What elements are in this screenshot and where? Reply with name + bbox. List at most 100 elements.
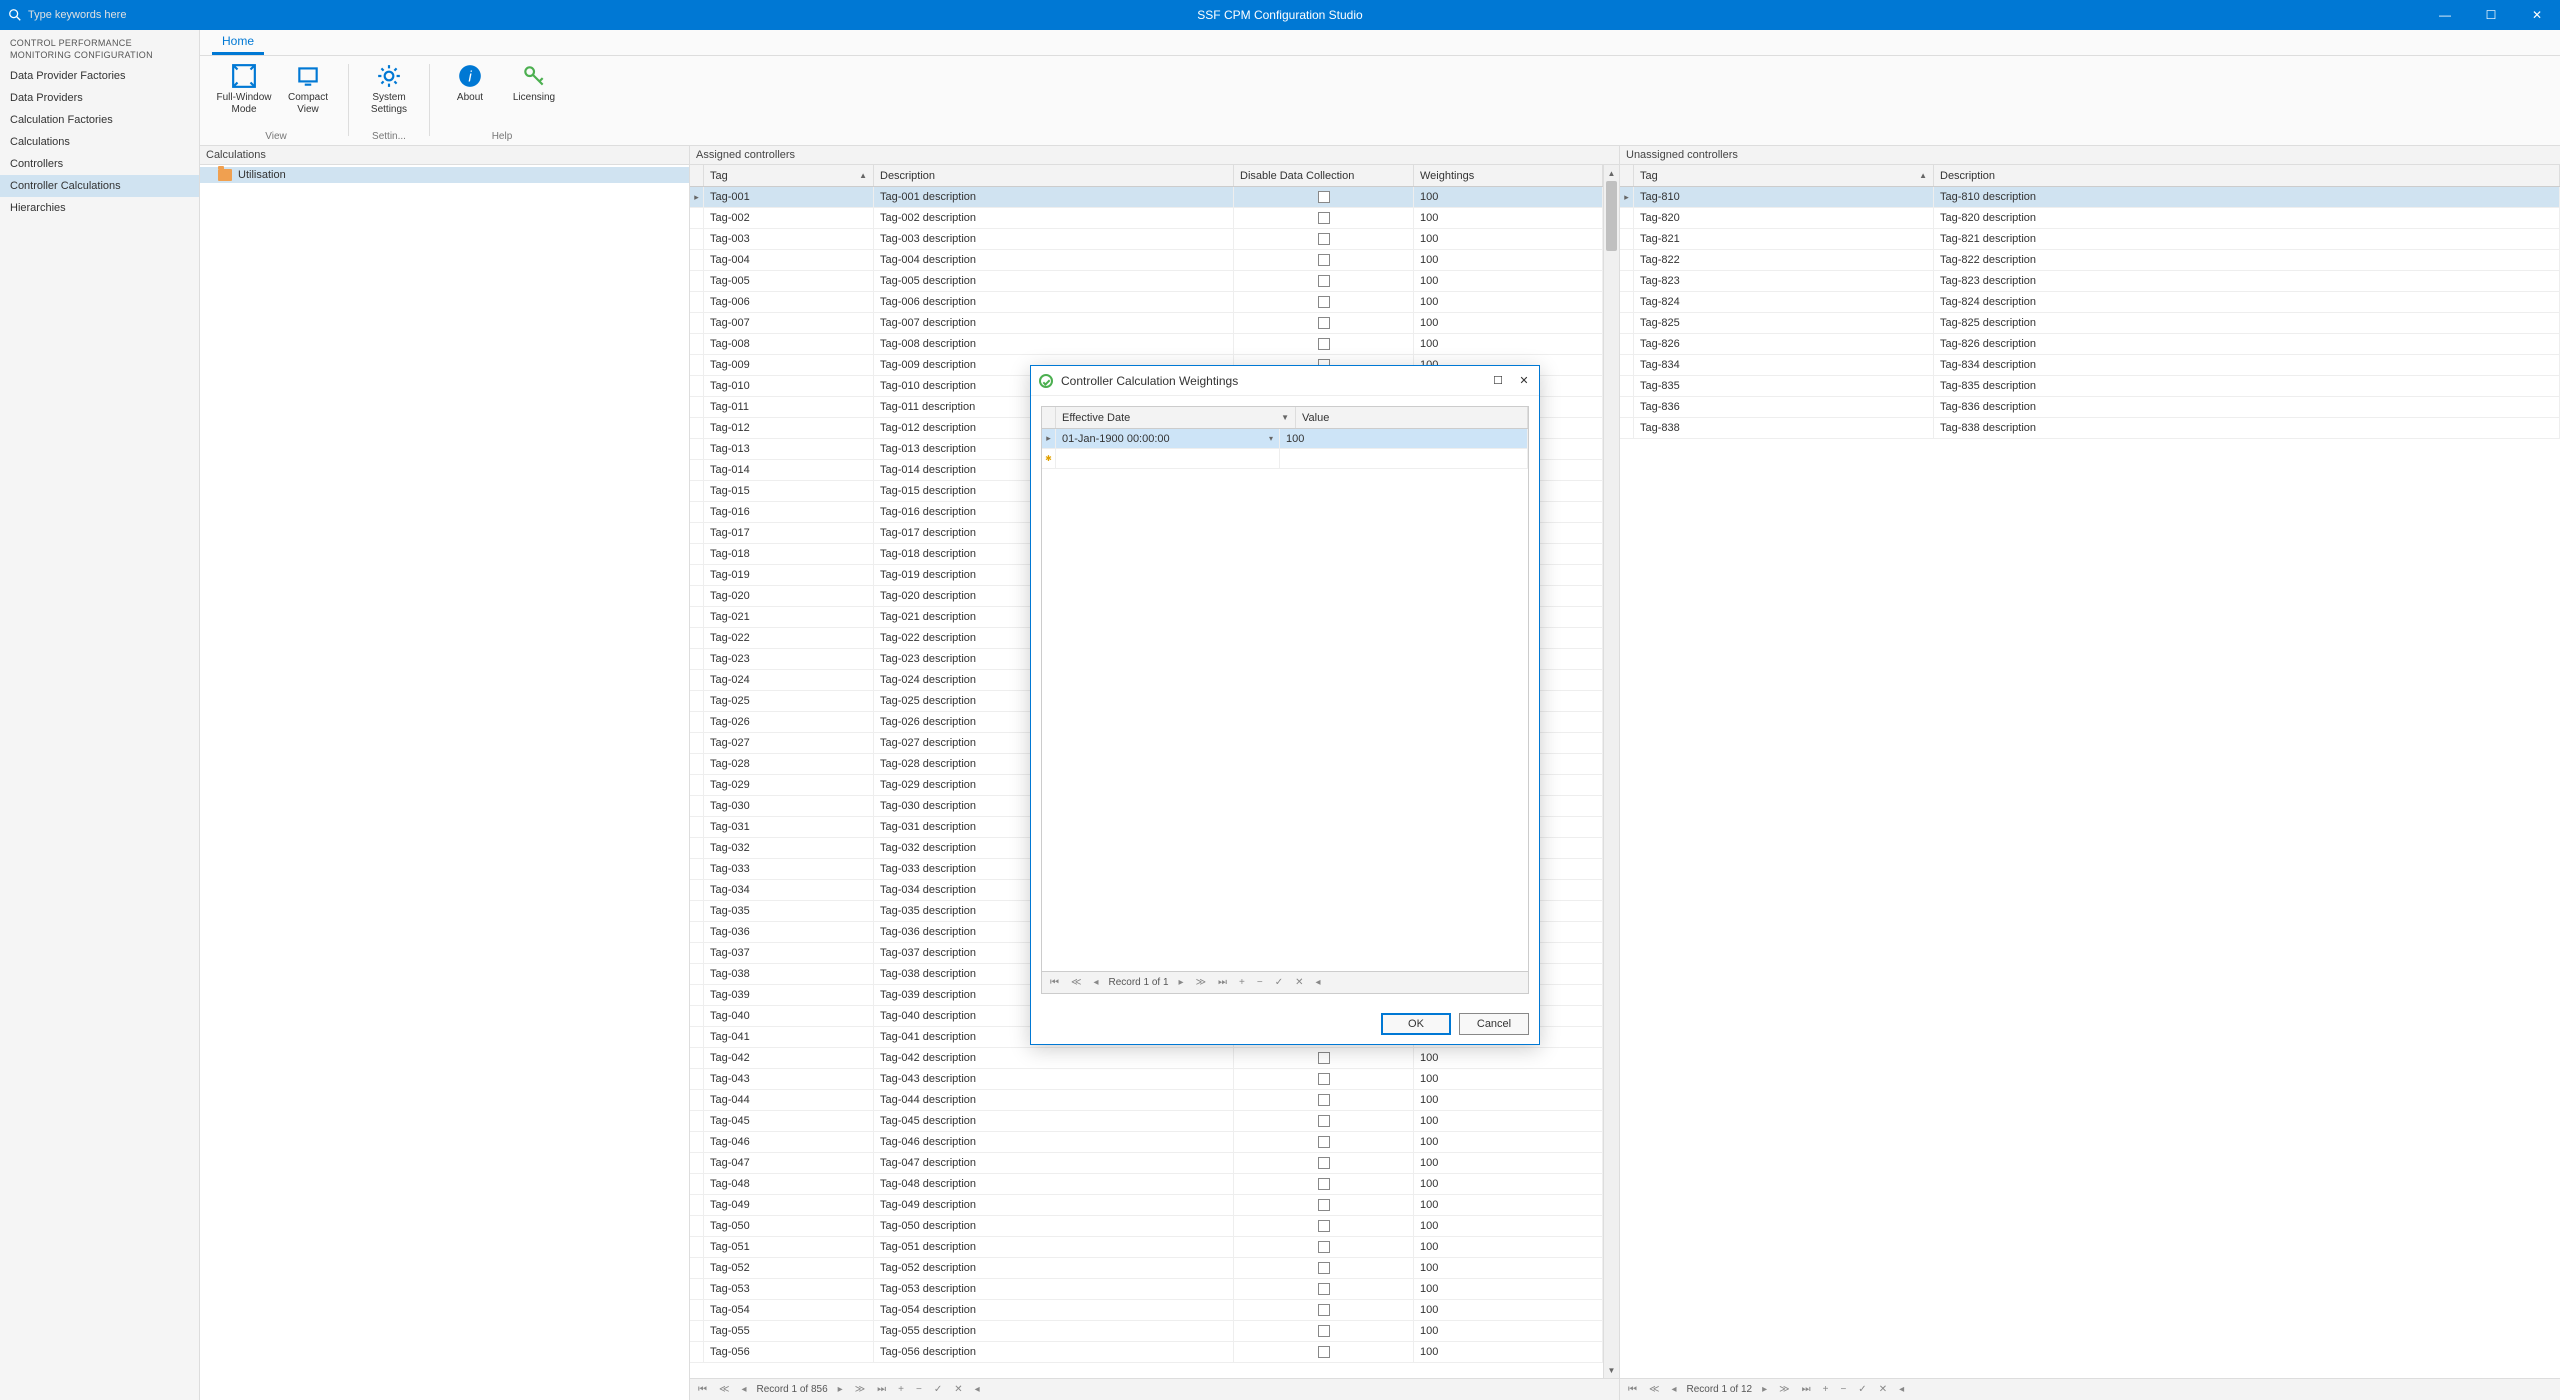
table-row[interactable]: Tag-835Tag-835 description (1620, 376, 2560, 397)
cell-disable[interactable] (1234, 1279, 1414, 1299)
table-row[interactable]: Tag-001Tag-001 description100 (690, 187, 1603, 208)
nav-hscroll-left-icon[interactable]: ◂ (1314, 977, 1323, 988)
nav-item-hierarchies[interactable]: Hierarchies (0, 197, 199, 219)
nav-first-icon[interactable]: ⏮ (696, 1384, 709, 1395)
table-row[interactable]: Tag-820Tag-820 description (1620, 208, 2560, 229)
table-row[interactable]: Tag-044Tag-044 description100 (690, 1090, 1603, 1111)
dialog-close-button[interactable]: ✕ (1517, 374, 1531, 388)
checkbox-icon[interactable] (1318, 1157, 1330, 1169)
nav-prev-page-icon[interactable]: ≪ (1069, 977, 1083, 988)
nav-item-data-providers[interactable]: Data Providers (0, 87, 199, 109)
table-row[interactable]: Tag-007Tag-007 description100 (690, 313, 1603, 334)
cell-disable[interactable] (1234, 334, 1414, 354)
assigned-col-weightings[interactable]: Weightings (1414, 165, 1603, 186)
assigned-record-navigator[interactable]: ⏮ ≪ ◂ Record 1 of 856 ▸ ≫ ⏭ + − ✓ ✕ ◂ (690, 1378, 1619, 1400)
assigned-col-disable[interactable]: Disable Data Collection (1234, 165, 1414, 186)
dialog-record-navigator[interactable]: ⏮ ≪ ◂ Record 1 of 1 ▸ ≫ ⏭ + − ✓ ✕ ◂ (1042, 971, 1528, 993)
dialog-cancel-button[interactable]: Cancel (1459, 1013, 1529, 1035)
table-row[interactable]: Tag-005Tag-005 description100 (690, 271, 1603, 292)
ribbon-btn-compact-view[interactable]: Compact View (276, 60, 340, 117)
cell-disable[interactable] (1234, 1174, 1414, 1194)
checkbox-icon[interactable] (1318, 1304, 1330, 1316)
checkbox-icon[interactable] (1318, 1283, 1330, 1295)
nav-next-icon[interactable]: ▸ (1177, 977, 1186, 988)
table-row[interactable]: Tag-838Tag-838 description (1620, 418, 2560, 439)
table-row[interactable]: Tag-823Tag-823 description (1620, 271, 2560, 292)
nav-save-icon[interactable]: ✓ (932, 1384, 944, 1395)
nav-save-icon[interactable]: ✓ (1273, 977, 1285, 988)
search-input[interactable] (28, 9, 228, 21)
nav-add-icon[interactable]: + (1237, 977, 1247, 988)
unassigned-col-description[interactable]: Description (1934, 165, 2560, 186)
dialog-new-row[interactable] (1042, 449, 1528, 469)
nav-remove-icon[interactable]: − (1838, 1384, 1848, 1395)
table-row[interactable]: Tag-046Tag-046 description100 (690, 1132, 1603, 1153)
checkbox-icon[interactable] (1318, 1073, 1330, 1085)
checkbox-icon[interactable] (1318, 1346, 1330, 1358)
dialog-maximize-button[interactable]: ☐ (1491, 374, 1505, 388)
window-close-button[interactable]: ✕ (2514, 0, 2560, 30)
checkbox-icon[interactable] (1318, 338, 1330, 350)
nav-last-icon[interactable]: ⏭ (875, 1384, 888, 1395)
table-row[interactable]: Tag-821Tag-821 description (1620, 229, 2560, 250)
window-maximize-button[interactable]: ☐ (2468, 0, 2514, 30)
ribbon-btn-licensing[interactable]: Licensing (502, 60, 566, 106)
table-row[interactable]: Tag-810Tag-810 description (1620, 187, 2560, 208)
cell-disable[interactable] (1234, 1321, 1414, 1341)
cell-disable[interactable] (1234, 271, 1414, 291)
tree-item-utilisation[interactable]: Utilisation (200, 167, 689, 183)
table-row[interactable]: Tag-055Tag-055 description100 (690, 1321, 1603, 1342)
nav-first-icon[interactable]: ⏮ (1048, 977, 1061, 988)
table-row[interactable]: Tag-047Tag-047 description100 (690, 1153, 1603, 1174)
cell-disable[interactable] (1234, 313, 1414, 333)
table-row[interactable]: Tag-834Tag-834 description (1620, 355, 2560, 376)
cell-disable[interactable] (1234, 1111, 1414, 1131)
checkbox-icon[interactable] (1318, 191, 1330, 203)
table-row[interactable]: Tag-825Tag-825 description (1620, 313, 2560, 334)
ribbon-btn-system-settings[interactable]: System Settings (357, 60, 421, 117)
nav-next-page-icon[interactable]: ≫ (853, 1384, 867, 1395)
nav-last-icon[interactable]: ⏭ (1216, 977, 1229, 988)
table-row[interactable]: Tag-042Tag-042 description100 (690, 1048, 1603, 1069)
cell-disable[interactable] (1234, 208, 1414, 228)
table-row[interactable]: Tag-824Tag-824 description (1620, 292, 2560, 313)
assigned-col-description[interactable]: Description (874, 165, 1234, 186)
nav-hscroll-left-icon[interactable]: ◂ (973, 1384, 982, 1395)
checkbox-icon[interactable] (1318, 1052, 1330, 1064)
unassigned-record-navigator[interactable]: ⏮ ≪ ◂ Record 1 of 12 ▸ ≫ ⏭ + − ✓ ✕ ◂ (1620, 1378, 2560, 1400)
table-row[interactable]: Tag-045Tag-045 description100 (690, 1111, 1603, 1132)
unassigned-col-tag[interactable]: Tag▲ (1634, 165, 1934, 186)
cell-disable[interactable] (1234, 1258, 1414, 1278)
nav-item-controllers[interactable]: Controllers (0, 153, 199, 175)
dialog-ok-button[interactable]: OK (1381, 1013, 1451, 1035)
ribbon-btn-about[interactable]: iAbout (438, 60, 502, 106)
nav-prev-icon[interactable]: ◂ (739, 1384, 748, 1395)
nav-hscroll-left-icon[interactable]: ◂ (1897, 1384, 1906, 1395)
checkbox-icon[interactable] (1318, 1325, 1330, 1337)
cell-disable[interactable] (1234, 1153, 1414, 1173)
checkbox-icon[interactable] (1318, 1136, 1330, 1148)
cell-disable[interactable] (1234, 187, 1414, 207)
table-row[interactable]: Tag-006Tag-006 description100 (690, 292, 1603, 313)
cell-disable[interactable] (1234, 1090, 1414, 1110)
checkbox-icon[interactable] (1318, 1094, 1330, 1106)
assigned-scrollbar[interactable]: ▲ ▼ (1603, 165, 1619, 1378)
nav-add-icon[interactable]: + (896, 1384, 906, 1395)
nav-remove-icon[interactable]: − (1255, 977, 1265, 988)
dialog-row[interactable]: 01-Jan-1900 00:00:00 ▾ 100 (1042, 429, 1528, 449)
cell-disable[interactable] (1234, 1300, 1414, 1320)
cell-disable[interactable] (1234, 229, 1414, 249)
checkbox-icon[interactable] (1318, 296, 1330, 308)
nav-next-icon[interactable]: ▸ (1760, 1384, 1769, 1395)
nav-item-controller-calculations[interactable]: Controller Calculations (0, 175, 199, 197)
table-row[interactable]: Tag-049Tag-049 description100 (690, 1195, 1603, 1216)
table-row[interactable]: Tag-056Tag-056 description100 (690, 1342, 1603, 1363)
nav-next-icon[interactable]: ▸ (836, 1384, 845, 1395)
cell-disable[interactable] (1234, 1237, 1414, 1257)
checkbox-icon[interactable] (1318, 254, 1330, 266)
nav-item-calculation-factories[interactable]: Calculation Factories (0, 109, 199, 131)
table-row[interactable]: Tag-008Tag-008 description100 (690, 334, 1603, 355)
nav-item-calculations[interactable]: Calculations (0, 131, 199, 153)
cell-disable[interactable] (1234, 250, 1414, 270)
nav-save-icon[interactable]: ✓ (1856, 1384, 1868, 1395)
